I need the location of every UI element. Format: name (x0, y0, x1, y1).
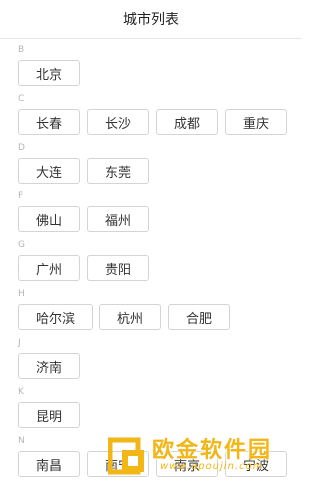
city-chip-guangzhou[interactable]: 广州 (18, 255, 80, 281)
section-letter-g: G (18, 240, 25, 250)
city-chip-fuzhou[interactable]: 福州 (87, 206, 149, 232)
city-chip-nanjing[interactable]: 南京 (156, 451, 218, 477)
city-chip-beijing[interactable]: 北京 (18, 60, 80, 86)
city-chip-chongqing[interactable]: 重庆 (225, 109, 287, 135)
city-chip-changchun[interactable]: 长春 (18, 109, 80, 135)
section-letter-k: K (18, 387, 24, 397)
city-chip-jinan[interactable]: 济南 (18, 353, 80, 379)
city-chip-nanning[interactable]: 南宁 (87, 451, 149, 477)
page-header: 城市列表 (0, 0, 302, 39)
city-chip-haerbin[interactable]: 哈尔滨 (18, 304, 93, 330)
section-letter-d: D (18, 143, 25, 153)
city-chip-dongguan[interactable]: 东莞 (87, 158, 149, 184)
city-chip-hangzhou[interactable]: 杭州 (99, 304, 161, 330)
page-title: 城市列表 (123, 12, 179, 28)
city-chip-nanchang[interactable]: 南昌 (18, 451, 80, 477)
city-chip-hefei[interactable]: 合肥 (168, 304, 230, 330)
city-chip-ningbo[interactable]: 宁波 (225, 451, 287, 477)
section-letter-h: H (18, 289, 25, 299)
section-letter-b: B (18, 45, 25, 55)
city-chip-guiyang[interactable]: 贵阳 (87, 255, 149, 281)
city-chip-foshan[interactable]: 佛山 (18, 206, 80, 232)
section-letter-n: N (18, 436, 25, 446)
section-letter-c: C (18, 94, 25, 104)
section-letter-j: J (18, 338, 21, 348)
city-chip-dalian[interactable]: 大连 (18, 158, 80, 184)
city-chip-kunming[interactable]: 昆明 (18, 402, 80, 428)
city-chip-chengdu[interactable]: 成都 (156, 109, 218, 135)
city-chip-changsha[interactable]: 长沙 (87, 109, 149, 135)
section-letter-f: F (18, 191, 24, 201)
